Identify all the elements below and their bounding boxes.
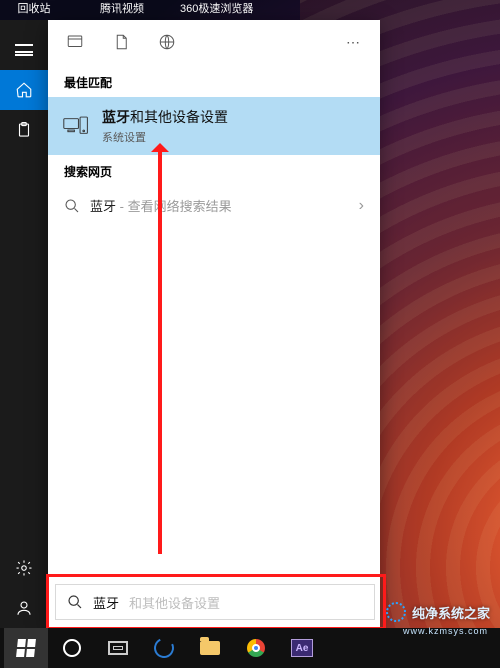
best-match-result[interactable]: 蓝牙和其他设备设置 系统设置 [48, 97, 380, 155]
clipboard-button[interactable] [0, 110, 48, 150]
edge-button[interactable] [142, 628, 186, 668]
search-results-panel: ⋯ 最佳匹配 蓝牙和其他设备设置 系统设置 搜索网页 蓝牙 - 查看网络搜索结果… [48, 20, 380, 628]
home-icon [15, 81, 33, 99]
search-box[interactable]: 蓝牙和其他设备设置 [55, 584, 375, 620]
search-ghost-text: 和其他设备设置 [129, 593, 220, 612]
windows-logo-icon [16, 639, 36, 657]
start-button[interactable] [4, 628, 48, 668]
devices-settings-icon [62, 112, 90, 140]
filter-web-icon[interactable] [158, 33, 178, 53]
folder-icon [200, 641, 220, 655]
search-typed-text: 蓝牙 [93, 593, 119, 612]
taskview-icon [108, 641, 128, 655]
chevron-right-icon: › [359, 197, 364, 215]
edge-icon [151, 635, 177, 661]
cortana-icon [63, 639, 81, 657]
home-button[interactable] [0, 70, 48, 110]
hamburger-icon [15, 44, 33, 56]
clipboard-icon [15, 121, 33, 139]
profile-button[interactable] [0, 588, 48, 628]
desktop-icon-360[interactable]: 360极速浏览器 [180, 0, 240, 20]
best-match-label: 最佳匹配 [48, 66, 380, 97]
web-result-text: 蓝牙 - 查看网络搜索结果 [90, 196, 232, 215]
taskview-button[interactable] [96, 628, 140, 668]
filter-row: ⋯ [48, 20, 380, 66]
taskbar: Ae [0, 628, 500, 668]
best-match-title: 蓝牙和其他设备设置 [102, 107, 228, 127]
search-icon [67, 594, 83, 610]
settings-button[interactable] [0, 548, 48, 588]
start-left-rail [0, 20, 48, 628]
explorer-button[interactable] [188, 628, 232, 668]
chrome-icon [247, 639, 265, 657]
aftereffects-icon: Ae [291, 639, 313, 657]
user-icon [15, 599, 33, 617]
gear-icon [15, 559, 33, 577]
chrome-button[interactable] [234, 628, 278, 668]
cortana-button[interactable] [50, 628, 94, 668]
best-match-subtitle: 系统设置 [102, 129, 228, 145]
filter-documents-icon[interactable] [112, 33, 132, 53]
search-icon [64, 198, 80, 214]
web-search-label: 搜索网页 [48, 155, 380, 186]
desktop-icon-tencent[interactable]: 腾讯视频 [92, 0, 152, 20]
hamburger-button[interactable] [0, 30, 48, 70]
filter-apps-icon[interactable] [66, 33, 86, 53]
aftereffects-button[interactable]: Ae [280, 628, 324, 668]
filter-more-button[interactable]: ⋯ [346, 34, 362, 51]
desktop-icon-recycle[interactable]: 回收站 [4, 0, 64, 20]
web-result-item[interactable]: 蓝牙 - 查看网络搜索结果 › [48, 186, 380, 225]
desktop-icons-row: 回收站 腾讯视频 360极速浏览器 [0, 0, 500, 20]
